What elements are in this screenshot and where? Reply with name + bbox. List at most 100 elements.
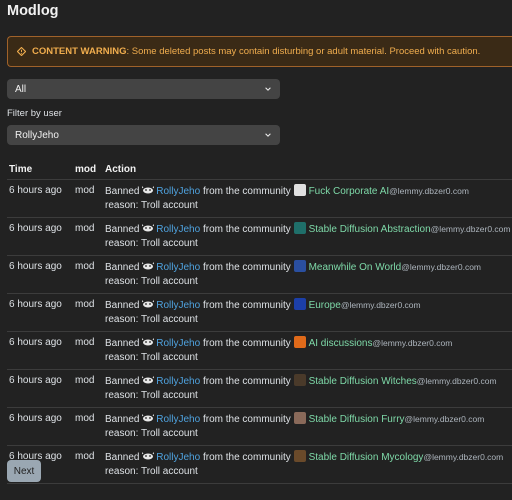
row-time: 6 hours ago [7, 217, 73, 256]
action-verb: Banned [105, 300, 140, 311]
chevron-down-icon [265, 133, 271, 137]
action-verb: Banned [105, 452, 140, 463]
community-link[interactable]: Meanwhile On World [309, 262, 402, 273]
community-icon [293, 298, 306, 310]
action-line: Banned RollyJeho from the community AI d… [105, 336, 512, 351]
row-mod: mod [73, 331, 103, 370]
table-row: 6 hours ago mod Banned RollyJeho from the … [7, 407, 512, 446]
action-verb: Banned [105, 338, 140, 349]
action-reason: reason: Troll account [105, 466, 198, 477]
user-avatar-icon [142, 300, 155, 308]
row-time: 6 hours ago [7, 293, 73, 332]
action-reason: reason: Troll account [105, 390, 198, 401]
warning-text: : Some deleted posts may contain disturb… [126, 46, 481, 57]
action-reason: reason: Troll account [105, 200, 198, 211]
row-action: Banned RollyJeho from the community AI d… [103, 331, 512, 370]
community-link[interactable]: AI discussions [309, 338, 373, 349]
row-mod: mod [73, 445, 103, 484]
user-avatar-icon [142, 452, 155, 460]
row-action: Banned RollyJeho from the community Stab… [103, 445, 512, 484]
community-host: @lemmy.dbzer0.com [423, 452, 504, 462]
content-warning-banner: CONTENT WARNING: Some deleted posts may … [7, 36, 512, 67]
user-link[interactable]: RollyJeho [156, 452, 200, 463]
user-filter-value: RollyJeho [15, 129, 59, 141]
table-row: 6 hours ago mod Banned RollyJeho from the … [7, 255, 512, 294]
table-row: 6 hours ago mod Banned RollyJeho from the … [7, 179, 512, 218]
user-link[interactable]: RollyJeho [156, 376, 200, 387]
user-link[interactable]: RollyJeho [156, 186, 200, 197]
community-link[interactable]: Stable Diffusion Witches [309, 376, 417, 387]
user-link[interactable]: RollyJeho [156, 414, 200, 425]
page-title: Modlog [7, 3, 59, 19]
action-from: from the community [202, 300, 291, 311]
action-type-select[interactable]: All [7, 79, 280, 99]
next-button[interactable]: Next [7, 460, 41, 482]
community-host: @lemmy.dbzer0.com [372, 338, 453, 348]
row-time: 6 hours ago [7, 407, 73, 446]
action-verb: Banned [105, 224, 140, 235]
row-mod: mod [73, 217, 103, 256]
action-line: Banned RollyJeho from the community Euro… [105, 298, 512, 313]
user-avatar-icon [142, 262, 155, 270]
warning-diamond-icon [17, 47, 26, 56]
action-from: from the community [202, 414, 291, 425]
community-link[interactable]: Stable Diffusion Furry [309, 414, 405, 425]
community-link[interactable]: Stable Diffusion Abstraction [309, 224, 431, 235]
user-avatar-icon [142, 186, 155, 194]
community-icon [293, 450, 306, 462]
action-verb: Banned [105, 414, 140, 425]
community-host: @lemmy.dbzer0.com [416, 376, 497, 386]
community-host: @lemmy.dbzer0.com [389, 186, 469, 196]
header-action: Action [103, 159, 512, 180]
community-link[interactable]: Stable Diffusion Mycology [309, 452, 424, 463]
action-from: from the community [202, 186, 291, 197]
table-row: 6 hours ago mod Banned RollyJeho from the … [7, 331, 512, 370]
action-reason: reason: Troll account [105, 238, 198, 249]
community-host: @lemmy.dbzer0.com [401, 262, 481, 272]
user-filter-select[interactable]: RollyJeho [7, 125, 280, 145]
action-verb: Banned [105, 262, 140, 273]
row-time: 6 hours ago [7, 369, 73, 408]
action-line: Banned RollyJeho from the community Stab… [105, 374, 512, 389]
action-from: from the community [202, 452, 291, 463]
action-line: Banned RollyJeho from the community Stab… [105, 450, 512, 465]
header-time: Time [7, 159, 73, 180]
action-reason: reason: Troll account [105, 352, 198, 363]
row-action: Banned RollyJeho from the community Mean… [103, 255, 512, 294]
table-row: 6 hours ago mod Banned RollyJeho from the … [7, 369, 512, 408]
action-reason: reason: Troll account [105, 428, 198, 439]
row-action: Banned RollyJeho from the community Stab… [103, 407, 512, 446]
community-icon [293, 336, 306, 348]
user-link[interactable]: RollyJeho [156, 262, 200, 273]
row-mod: mod [73, 255, 103, 294]
community-link[interactable]: Europe [309, 300, 341, 311]
user-link[interactable]: RollyJeho [156, 338, 200, 349]
community-icon [293, 374, 306, 386]
user-link[interactable]: RollyJeho [156, 224, 200, 235]
action-line: Banned RollyJeho from the community Fuck… [105, 184, 512, 199]
row-action: Banned RollyJeho from the community Stab… [103, 217, 512, 256]
row-action: Banned RollyJeho from the community Stab… [103, 369, 512, 408]
community-host: @lemmy.dbzer0.com [404, 414, 485, 424]
row-mod: mod [73, 179, 103, 218]
action-type-value: All [15, 83, 27, 95]
warning-label: CONTENT WARNING [32, 46, 127, 57]
community-icon [293, 412, 306, 424]
modlog-page: Modlog CONTENT WARNING: Some deleted pos… [0, 0, 512, 484]
action-line: Banned RollyJeho from the community Stab… [105, 412, 512, 427]
filter-by-user-label: Filter by user [7, 108, 62, 119]
community-host: @lemmy.dbzer0.com [430, 224, 511, 234]
table-row: 6 hours ago mod Banned RollyJeho from the … [7, 217, 512, 256]
row-mod: mod [73, 293, 103, 332]
action-verb: Banned [105, 186, 140, 197]
table-row: 6 hours ago mod Banned RollyJeho from the … [7, 445, 512, 484]
action-from: from the community [202, 224, 291, 235]
row-mod: mod [73, 369, 103, 408]
community-link[interactable]: Fuck Corporate AI [309, 186, 390, 197]
action-from: from the community [202, 376, 291, 387]
action-line: Banned RollyJeho from the community Stab… [105, 222, 512, 237]
user-avatar-icon [142, 376, 155, 384]
user-avatar-icon [142, 224, 155, 232]
user-link[interactable]: RollyJeho [156, 300, 200, 311]
community-icon [293, 260, 306, 272]
